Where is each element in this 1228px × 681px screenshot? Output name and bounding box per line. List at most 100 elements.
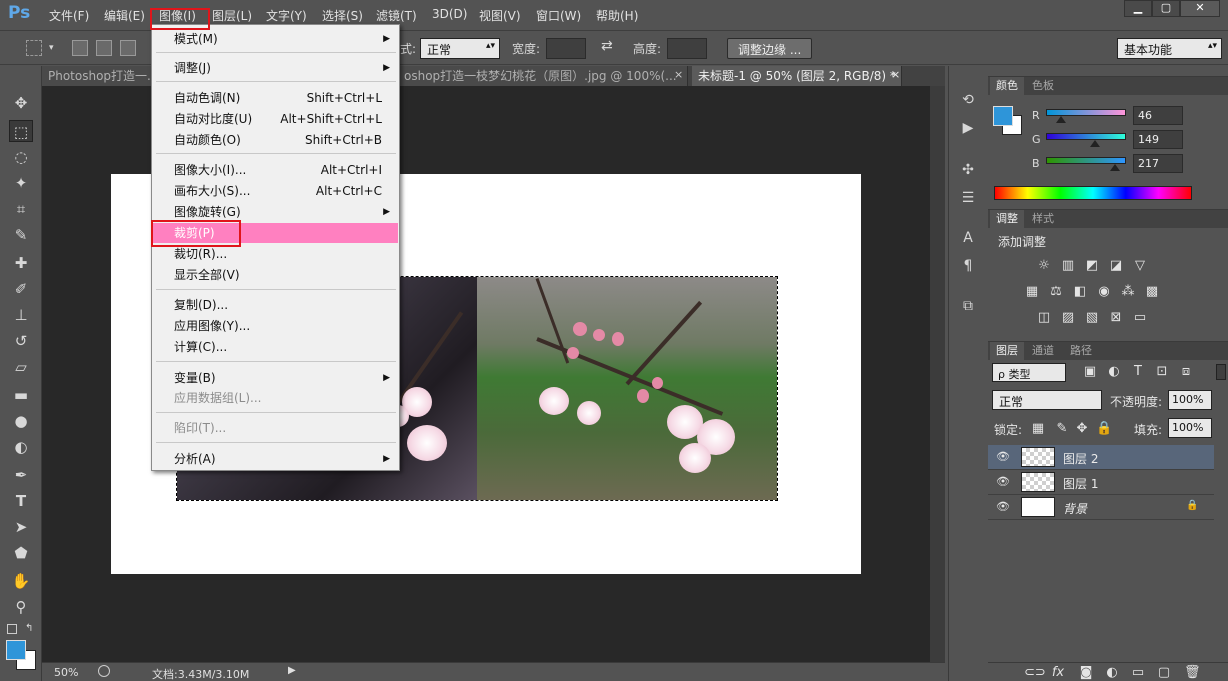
- new-group-icon[interactable]: ▭: [1130, 665, 1146, 681]
- new-selection-icon[interactable]: [72, 40, 88, 56]
- fx-icon[interactable]: fx: [1050, 665, 1066, 681]
- menu-3d[interactable]: 3D(D): [432, 7, 467, 21]
- tab-color[interactable]: 颜色: [990, 77, 1024, 95]
- tab-channels[interactable]: 通道: [1026, 342, 1060, 360]
- menu-filter[interactable]: 滤镜(T): [376, 7, 417, 24]
- marquee-preset-icon[interactable]: [26, 40, 42, 56]
- filter-type-icon[interactable]: T: [1130, 364, 1146, 380]
- menu-item-variables[interactable]: 变量(B) ▶: [153, 368, 398, 388]
- layer-filter-select[interactable]: ρ 类型: [992, 363, 1066, 382]
- menu-layer[interactable]: 图层(L): [212, 7, 252, 24]
- maximize-button[interactable]: ▢: [1152, 0, 1180, 17]
- tab-doc-1[interactable]: Photoshop打造一...: [42, 66, 157, 86]
- brush-panel-icon[interactable]: ✣: [958, 160, 978, 180]
- menu-item-image-size[interactable]: 图像大小(I)... Alt+Ctrl+I: [153, 160, 398, 180]
- menu-item-auto-color[interactable]: 自动颜色(O) Shift+Ctrl+B: [153, 130, 398, 150]
- menu-item-auto-tone[interactable]: 自动色调(N) Shift+Ctrl+L: [153, 88, 398, 108]
- fill-field[interactable]: 100%: [1168, 418, 1212, 438]
- crop-icon[interactable]: ⌗: [9, 198, 33, 220]
- menu-help[interactable]: 帮助(H): [596, 7, 638, 24]
- tab-layers[interactable]: 图层: [990, 342, 1024, 360]
- add-mask-icon[interactable]: ◙: [1078, 665, 1094, 681]
- b-value-field[interactable]: 217: [1133, 154, 1183, 173]
- refine-edge-button[interactable]: 调整边缘 ...: [727, 38, 813, 59]
- selective-color-icon[interactable]: ⊠: [1108, 310, 1124, 326]
- menu-file[interactable]: 文件(F): [49, 7, 89, 24]
- close-window-button[interactable]: ✕: [1180, 0, 1220, 17]
- type-tool-icon[interactable]: T: [9, 490, 33, 512]
- status-menu-arrow-icon[interactable]: ▶: [288, 665, 296, 676]
- threshold-icon[interactable]: ▧: [1084, 310, 1100, 326]
- new-layer-icon[interactable]: ▢: [1156, 665, 1172, 681]
- brush-presets-icon[interactable]: ☰: [958, 188, 978, 208]
- height-field[interactable]: [667, 38, 707, 59]
- gradient-map-icon[interactable]: ▭: [1132, 310, 1148, 326]
- width-field[interactable]: [546, 38, 586, 59]
- foreground-color-swatch[interactable]: [6, 640, 26, 660]
- menu-item-apply-image[interactable]: 应用图像(Y)...: [153, 316, 398, 336]
- tab-doc-2[interactable]: oshop打造一枝梦幻桃花（原图）.jpg @ 100%(...: [398, 66, 688, 86]
- tab-styles[interactable]: 样式: [1026, 210, 1060, 228]
- healing-brush-icon[interactable]: ✚: [9, 252, 33, 274]
- zoom-icon[interactable]: ⚲: [9, 596, 33, 618]
- new-adjustment-icon[interactable]: ◐: [1104, 665, 1120, 681]
- tab-adjustments[interactable]: 调整: [990, 210, 1024, 228]
- style-select[interactable]: 正常 ▴▾: [420, 38, 500, 59]
- menu-item-image-rotation[interactable]: 图像旋转(G) ▶: [153, 202, 398, 222]
- paragraph-panel-icon[interactable]: ¶: [958, 256, 978, 276]
- lock-all-icon[interactable]: 🔒: [1096, 421, 1112, 437]
- r-slider[interactable]: [1046, 109, 1126, 116]
- eyedropper-icon[interactable]: ✎: [9, 224, 33, 246]
- levels-icon[interactable]: ▥: [1060, 258, 1076, 274]
- menu-item-adjustments[interactable]: 调整(J) ▶: [153, 58, 398, 78]
- tab-doc-3[interactable]: 未标题-1 @ 50% (图层 2, RGB/8) *: [692, 66, 902, 86]
- 3d-panel-icon[interactable]: ⧉: [958, 296, 978, 316]
- menu-item-duplicate[interactable]: 复制(D)...: [153, 295, 398, 315]
- dodge-icon[interactable]: ◐: [9, 436, 33, 458]
- hand-icon[interactable]: ✋: [9, 570, 33, 592]
- delete-layer-icon[interactable]: 🗑: [1184, 665, 1201, 681]
- menu-item-auto-contrast[interactable]: 自动对比度(U) Alt+Shift+Ctrl+L: [153, 109, 398, 129]
- visibility-eye-icon[interactable]: 👁: [996, 500, 1010, 513]
- subtract-selection-icon[interactable]: [120, 40, 136, 56]
- curves-icon[interactable]: ◩: [1084, 258, 1100, 274]
- filter-toggle[interactable]: [1216, 364, 1226, 380]
- menu-item-trim[interactable]: 裁切(R)...: [153, 244, 398, 264]
- g-value-field[interactable]: 149: [1133, 130, 1183, 149]
- photo-filter-icon[interactable]: ◉: [1096, 284, 1112, 300]
- hue-saturation-icon[interactable]: ▦: [1024, 284, 1040, 300]
- history-panel-icon[interactable]: ⟲: [958, 90, 978, 110]
- link-layers-icon[interactable]: ⊂⊃: [1024, 665, 1046, 681]
- channel-mixer-icon[interactable]: ⁂: [1120, 284, 1136, 300]
- tab-paths[interactable]: 路径: [1064, 342, 1098, 360]
- invert-icon[interactable]: ◫: [1036, 310, 1052, 326]
- exposure-icon[interactable]: ◪: [1108, 258, 1124, 274]
- history-brush-icon[interactable]: ↺: [9, 330, 33, 352]
- visibility-eye-icon[interactable]: 👁: [996, 475, 1010, 488]
- filter-smart-icon[interactable]: ⧈: [1178, 364, 1194, 380]
- brush-icon[interactable]: ✐: [9, 278, 33, 300]
- clone-stamp-icon[interactable]: ⊥: [9, 304, 33, 326]
- gradient-icon[interactable]: ▬: [9, 384, 33, 406]
- r-slider-thumb[interactable]: [1056, 116, 1066, 123]
- swap-colors-icon[interactable]: ↰: [25, 623, 33, 634]
- magic-wand-icon[interactable]: ✦: [9, 172, 33, 194]
- blend-mode-select[interactable]: 正常: [992, 390, 1102, 410]
- color-spectrum[interactable]: [994, 186, 1192, 200]
- menu-item-canvas-size[interactable]: 画布大小(S)... Alt+Ctrl+C: [153, 181, 398, 201]
- layer-row-background[interactable]: 👁 背景 🔒: [988, 495, 1214, 520]
- filter-pixel-icon[interactable]: ▣: [1082, 364, 1098, 380]
- menu-item-reveal-all[interactable]: 显示全部(V): [153, 265, 398, 285]
- actions-panel-icon[interactable]: ▶: [958, 118, 978, 138]
- workspace-select[interactable]: 基本功能 ▴▾: [1117, 38, 1222, 59]
- swap-icon[interactable]: ⇄: [601, 38, 613, 54]
- lock-position-icon[interactable]: ✥: [1074, 421, 1090, 437]
- status-info-icon[interactable]: [98, 665, 110, 677]
- move-tool-icon[interactable]: ✥: [9, 92, 33, 114]
- lock-transparent-icon[interactable]: ▦: [1030, 421, 1046, 437]
- menu-edit[interactable]: 编辑(E): [104, 7, 145, 24]
- vibrance-icon[interactable]: ▽: [1132, 258, 1148, 274]
- b-slider-thumb[interactable]: [1110, 164, 1120, 171]
- color-lookup-icon[interactable]: ▩: [1144, 284, 1160, 300]
- filter-adjustment-icon[interactable]: ◐: [1106, 364, 1122, 380]
